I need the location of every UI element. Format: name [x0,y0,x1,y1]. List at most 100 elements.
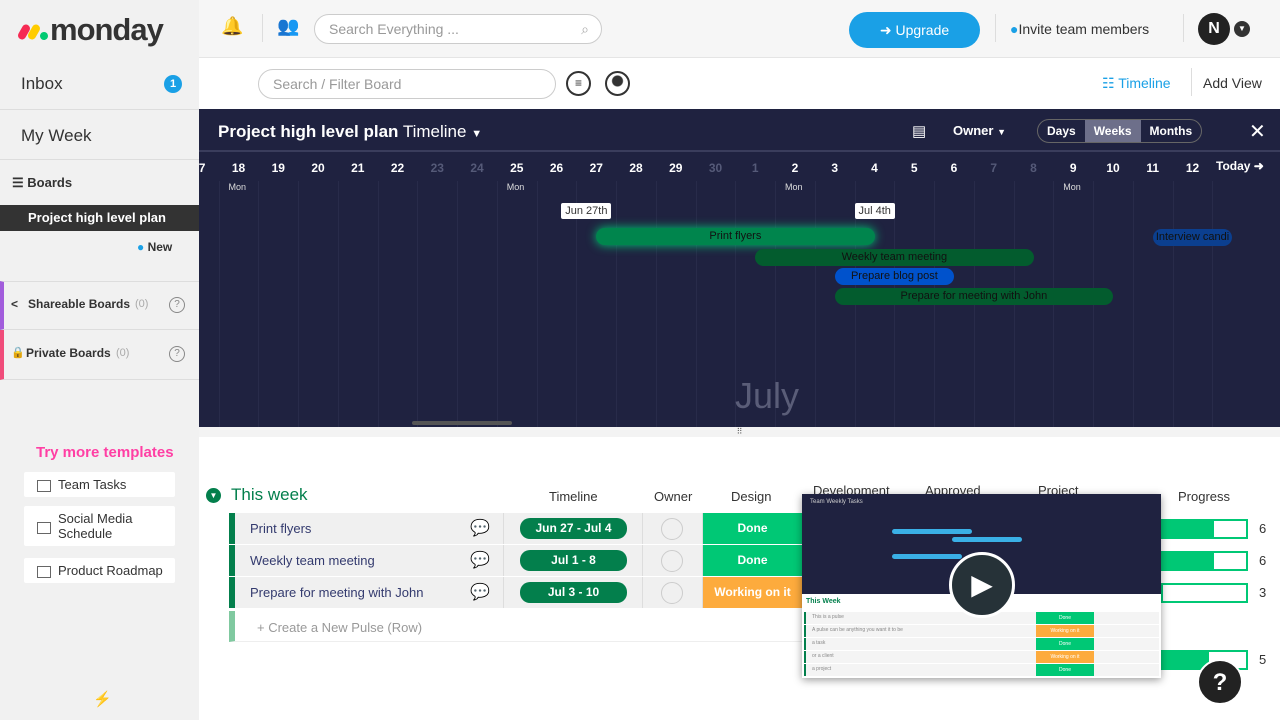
shareable-label: Shareable Boards [28,297,131,311]
person-icon [661,550,683,572]
table-row[interactable]: Print flyers 💬 Jun 27 - Jul 4 Done [229,513,804,544]
spreadsheet-icon[interactable]: ▤ [912,122,926,140]
pulse-name[interactable]: Print flyers [250,521,311,536]
create-pulse-row[interactable]: + Create a New Pulse (Row) [229,611,809,642]
new-label: New [147,240,173,254]
column-header-owner[interactable]: Owner [654,489,692,504]
owner-cell[interactable] [643,577,703,608]
owner-cell[interactable] [643,513,703,544]
day-label: 27 [589,161,603,175]
today-button[interactable]: Today ➜ [1216,159,1264,173]
chevron-down-icon[interactable]: ▼ [1234,21,1250,37]
comment-icon[interactable]: 💬 [470,550,490,570]
grid-line [298,181,300,427]
horizontal-scrollbar[interactable] [412,421,512,425]
table-row[interactable]: Prepare for meeting with John 💬 Jul 3 - … [229,577,804,608]
day-label: 23 [430,161,444,175]
timeline-bar[interactable]: Prepare blog post [834,268,954,285]
day-label: 10 [1106,161,1120,175]
timeline-panel: Project high level plan Timeline ▼ ▤ Own… [199,109,1280,427]
sidebar-board-active[interactable]: Project high level plan [0,205,199,231]
column-header-progress[interactable]: Progress [1178,489,1230,504]
timeline-bar[interactable]: Interview candi [1152,229,1233,246]
column-header-design[interactable]: Design [731,489,771,504]
day-label: 6 [950,161,958,175]
caret-down-icon: ▼ [471,128,483,140]
timeline-title[interactable]: Project high level plan Timeline ▼ [218,122,482,142]
filter-icon[interactable]: ≡ [566,71,591,96]
day-label: 24 [470,161,484,175]
people-icon[interactable]: 👥 [277,16,299,37]
status-design[interactable]: Working on it [703,577,803,608]
help-icon[interactable]: ? [169,346,185,362]
inbox-label: Inbox [21,74,63,93]
upgrade-button[interactable]: ➜ Upgrade [849,12,980,48]
search-icon: ⌕ [581,21,589,37]
timeline-bar[interactable]: Print flyers [596,228,875,245]
collapse-group-icon[interactable]: ▼ [206,488,221,503]
scale-days[interactable]: Days [1038,120,1085,142]
pulse-name[interactable]: Prepare for meeting with John [250,585,423,600]
table-row[interactable]: Weekly team meeting 💬 Jul 1 - 8 Done [229,545,804,576]
new-board-button[interactable]: ● New [137,240,172,254]
progress-fill [1163,652,1209,668]
group-title[interactable]: This week [231,485,308,505]
tab-timeline[interactable]: ☷ Timeline [1102,75,1171,92]
scale-weeks[interactable]: Weeks [1084,120,1141,142]
grid-line [655,181,657,427]
comment-icon[interactable]: 💬 [470,518,490,538]
filter-board-input[interactable]: Search / Filter Board [258,69,556,99]
template-team-tasks[interactable]: Team Tasks [24,472,175,497]
board-name: Project high level plan [218,122,399,141]
pulse-name[interactable]: Weekly team meeting [250,553,375,568]
bell-icon[interactable]: 🔔 [221,16,243,37]
comment-icon[interactable]: 💬 [470,582,490,602]
grid-line [496,181,498,427]
add-view-button[interactable]: Add View [1203,75,1262,91]
avatar[interactable]: N [1198,13,1230,45]
day-label: 25 [510,161,524,175]
column-header-timeline[interactable]: Timeline [549,489,598,504]
video-row: or a client Working on it [804,651,1159,663]
timeline-pill: Jul 1 - 8 [520,550,627,571]
timeline-bar[interactable]: Weekly team meeting [755,249,1034,266]
grid-line [536,181,538,427]
day-label: 26 [549,161,564,175]
search-everything-input[interactable]: Search Everything ... ⌕ [314,14,602,44]
owner-dropdown[interactable]: Owner ▼ [953,123,1006,138]
timeline-bar[interactable]: Prepare for meeting with John [834,288,1113,305]
close-icon[interactable]: ✕ [1249,119,1266,144]
monday-logo[interactable]: monday [16,12,164,48]
person-filter-icon[interactable] [605,71,630,96]
play-icon[interactable]: ▶ [949,552,1015,618]
help-button[interactable]: ? [1197,659,1243,705]
video-preview[interactable]: Team Weekly Tasks This Week This is a pu… [802,494,1161,678]
scale-months[interactable]: Months [1141,120,1202,142]
divider [199,150,1280,152]
invite-button[interactable]: ●Invite team members [1010,21,1149,37]
template-social-media[interactable]: Social Media Schedule [24,506,175,546]
template-label: Social Media Schedule [58,511,133,541]
grid-line [417,181,419,427]
lightning-icon[interactable]: ⚡ [93,690,112,708]
template-product-roadmap[interactable]: Product Roadmap [24,558,175,583]
timeline-cell[interactable]: Jul 1 - 8 [503,545,643,576]
day-label: 3 [831,161,839,175]
sidebar-item-inbox[interactable]: Inbox 1 [0,58,199,110]
resize-handle[interactable]: ⠿ [199,427,1280,437]
day-label: 1 [751,161,759,175]
sidebar-item-my-week[interactable]: My Week [0,110,199,160]
day-label: 7 [990,161,998,175]
help-icon[interactable]: ? [169,297,185,313]
owner-cell[interactable] [643,545,703,576]
plus-icon: ● [137,240,145,254]
day-label: 19 [271,161,285,175]
today-label: Today [1216,159,1251,173]
timeline-cell[interactable]: Jun 27 - Jul 4 [503,513,643,544]
status-design[interactable]: Done [703,513,803,544]
boards-header[interactable]: ☰ Boards [12,175,72,191]
shareable-boards[interactable]: < Shareable Boards (0) ? [0,281,199,330]
private-boards[interactable]: 🔒 Private Boards (0) ? [0,330,199,380]
status-design[interactable]: Done [703,545,803,576]
timeline-cell[interactable]: Jul 3 - 10 [503,577,643,608]
